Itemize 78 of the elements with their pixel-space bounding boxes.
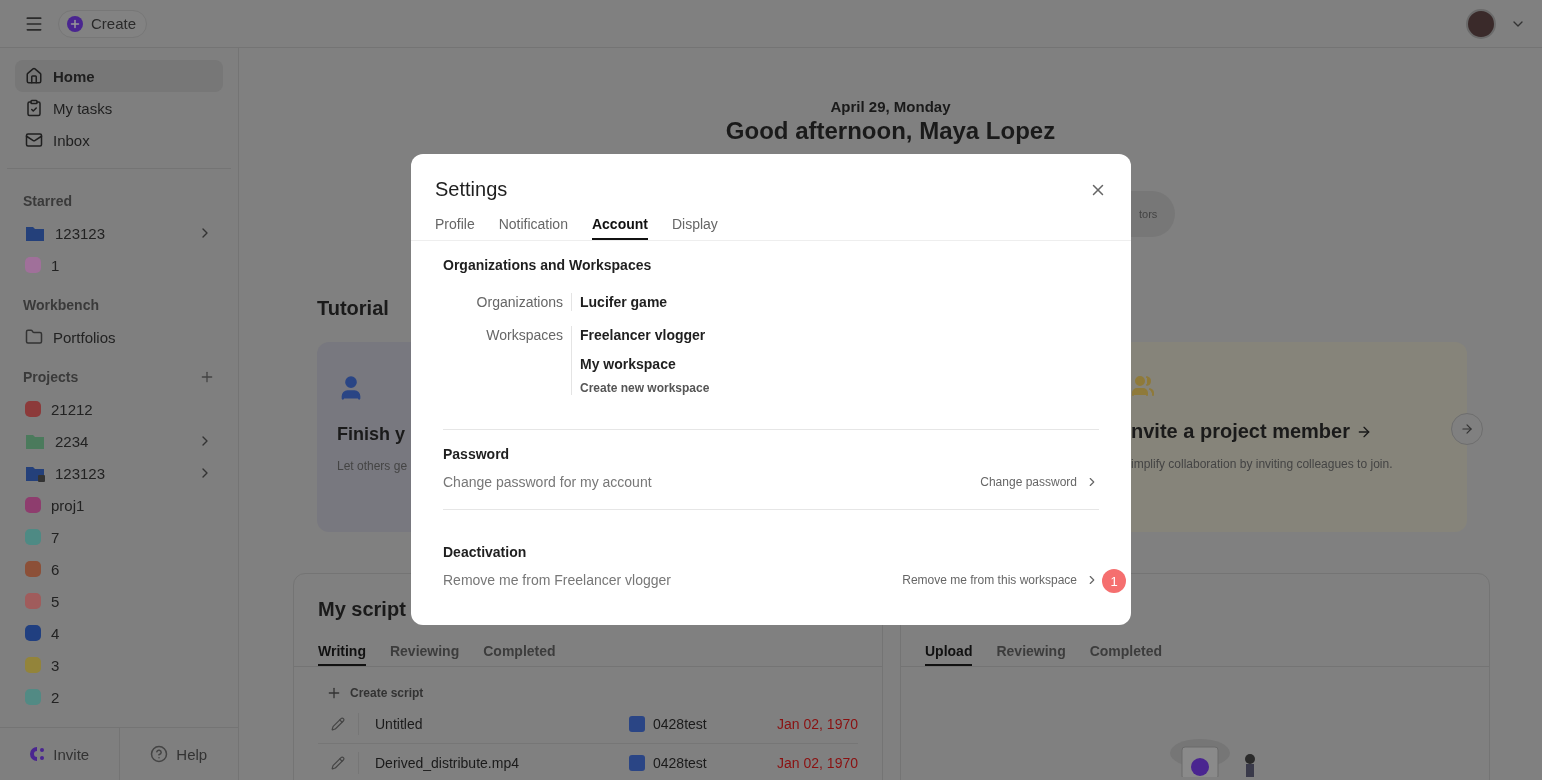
tab[interactable]: Notification bbox=[498, 216, 568, 240]
sidebar-item[interactable]: 6 bbox=[15, 553, 223, 585]
sidebar-item[interactable]: 123123 bbox=[15, 217, 223, 249]
project-name: 0428test bbox=[653, 755, 708, 771]
help-icon bbox=[150, 745, 169, 763]
pencil-icon[interactable] bbox=[331, 717, 345, 731]
script-name: Derived_distribute.mp4 bbox=[375, 755, 520, 771]
clipboard-check-icon bbox=[25, 99, 43, 117]
folder-icon bbox=[25, 328, 43, 346]
card-text: Let others ge bbox=[337, 459, 409, 473]
dialog-title: Settings bbox=[435, 178, 508, 201]
sidebar-item[interactable]: 2234 bbox=[15, 425, 223, 457]
section-title: Starred bbox=[23, 193, 73, 209]
project-icon bbox=[629, 716, 645, 732]
nav-item[interactable]: My tasks bbox=[15, 92, 223, 124]
sidebar-item[interactable]: Portfolios bbox=[15, 321, 223, 353]
date-text: April 29, Monday bbox=[830, 98, 951, 115]
card-text: implify collaboration by inviting colleagues to join. bbox=[1131, 457, 1394, 471]
count-badge: 1 bbox=[1102, 569, 1126, 593]
card-title: Finish y bbox=[337, 424, 406, 445]
section-title: Deactivation bbox=[443, 544, 528, 560]
sidebar-item[interactable]: 7 bbox=[15, 521, 223, 553]
sidebar-item[interactable]: 5 bbox=[15, 585, 223, 617]
tab[interactable]: Profile bbox=[435, 216, 475, 240]
plus-icon bbox=[326, 685, 342, 701]
help-button[interactable]: Help bbox=[119, 728, 238, 780]
sidebar-item[interactable]: 4 bbox=[15, 617, 223, 649]
plus-icon bbox=[67, 15, 83, 32]
workspace-name: Freelancer vlogger bbox=[580, 326, 707, 344]
project-icon bbox=[629, 755, 645, 771]
tab[interactable]: Upload bbox=[925, 643, 973, 666]
sidebar-item[interactable]: 123123 bbox=[15, 457, 223, 489]
tab[interactable]: Account bbox=[591, 216, 648, 240]
mail-icon bbox=[25, 131, 43, 149]
tab[interactable]: Display bbox=[671, 216, 718, 240]
workspace-name: Lucifer game bbox=[580, 293, 668, 311]
field-label: Organizations bbox=[475, 293, 564, 311]
avatar[interactable] bbox=[1466, 8, 1496, 39]
section-title: Tutorial bbox=[317, 297, 389, 320]
section-title: Password bbox=[443, 446, 511, 462]
add-icon[interactable] bbox=[199, 369, 215, 385]
invite-button[interactable]: Invite bbox=[0, 728, 120, 780]
pencil-icon[interactable] bbox=[331, 756, 345, 770]
sidebar-item[interactable]: 2 bbox=[15, 681, 223, 713]
tab[interactable]: Completed bbox=[483, 643, 556, 666]
section-description: Remove me from Freelancer vlogger bbox=[443, 572, 671, 588]
script-name: Untitled bbox=[375, 716, 424, 732]
section-title: Organizations and Workspaces bbox=[443, 257, 653, 273]
workspace-name: My workspace bbox=[580, 355, 677, 373]
action-link[interactable]: Remove me from this workspace bbox=[902, 573, 1099, 587]
sidebar-item[interactable]: 1 bbox=[15, 249, 223, 281]
sidebar-item[interactable]: 3 bbox=[15, 649, 223, 681]
section-title: Projects bbox=[23, 369, 79, 385]
create-button[interactable]: Create bbox=[58, 9, 148, 38]
nav-item[interactable]: Home bbox=[15, 60, 223, 92]
home-icon bbox=[25, 67, 43, 85]
tab[interactable]: Completed bbox=[1089, 643, 1163, 666]
logo-icon bbox=[29, 746, 46, 762]
section-title: Workbench bbox=[23, 297, 99, 313]
tab[interactable]: Writing bbox=[318, 643, 366, 666]
project-name: 0428test bbox=[653, 716, 708, 732]
panel-title: My script bbox=[317, 598, 407, 622]
section-description: Change password for my account bbox=[443, 474, 652, 490]
tutorial-card[interactable]: nvite a project member implify collaboration by inviting colleagues to join. bbox=[1131, 342, 1467, 532]
due-date: Jan 02, 1970 bbox=[777, 716, 858, 732]
create-workspace-link[interactable]: Create new workspace bbox=[580, 381, 710, 395]
action-link[interactable]: Change password bbox=[980, 475, 1099, 489]
tab[interactable]: Reviewing bbox=[389, 643, 460, 666]
greeting: Good afternoon, Maya Lopez bbox=[725, 117, 1056, 145]
create-script-button[interactable]: Create script bbox=[326, 681, 424, 705]
sidebar-item[interactable]: proj1 bbox=[15, 489, 223, 521]
due-date: Jan 02, 1970 bbox=[777, 755, 858, 771]
nav-item[interactable]: Inbox bbox=[15, 124, 223, 156]
sidebar-item[interactable]: 21212 bbox=[15, 393, 223, 425]
tutorial-card[interactable]: Finish y Let others ge bbox=[317, 342, 412, 532]
field-label: Workspaces bbox=[485, 326, 564, 345]
people-icon bbox=[1131, 374, 1155, 398]
tab[interactable]: Reviewing bbox=[996, 643, 1066, 666]
